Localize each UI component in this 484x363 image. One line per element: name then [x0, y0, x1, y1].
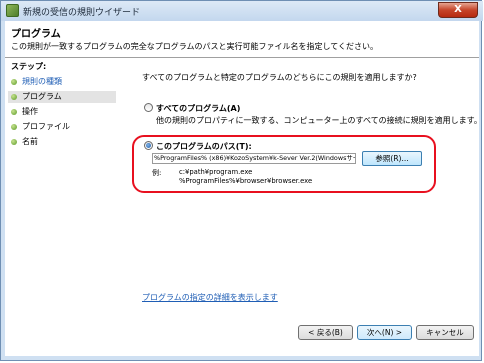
page-description: この規則が一致するプログラムの完全なプログラムのパスと実行可能ファイル名を指定し…	[11, 42, 379, 51]
step-bullet-icon	[11, 109, 17, 115]
details-link[interactable]: プログラムの指定の詳細を表示します	[142, 292, 278, 303]
window-title: 新規の受信の規則ウイザード	[23, 8, 141, 18]
example-line: %ProgramFiles%¥browser¥browser.exe	[179, 177, 313, 185]
firewall-icon	[6, 4, 19, 17]
step-action[interactable]: 操作	[8, 106, 116, 118]
step-bullet-icon	[11, 139, 17, 145]
step-bullet-icon	[11, 79, 17, 85]
main-panel: すべてのプログラムと特定のプログラムのどちらにこの規則を適用しますか? すべての…	[120, 58, 482, 356]
wizard-window: 新規の受信の規則ウイザード X プログラム この規則が一致するプログラムの完全な…	[0, 0, 483, 361]
all-programs-label[interactable]: すべてのプログラム(A)	[156, 103, 240, 114]
step-name[interactable]: 名前	[8, 136, 116, 148]
step-label: 名前	[22, 137, 38, 146]
step-profile[interactable]: プロファイル	[8, 121, 116, 133]
steps-label: ステップ:	[11, 62, 47, 71]
cancel-button[interactable]: キャンセル	[416, 325, 474, 340]
step-label: 規則の種類	[22, 77, 62, 86]
example-line: c:¥path¥program.exe	[179, 168, 253, 176]
program-path-input[interactable]: %ProgramFiles% (x86)¥KozoSystem¥k-Sever …	[152, 153, 356, 164]
step-label: プログラム	[22, 92, 62, 101]
step-rule-type[interactable]: 規則の種類	[8, 76, 116, 88]
close-button[interactable]: X	[438, 2, 478, 18]
wizard-footer: < 戻る(B) 次へ(N) > キャンセル	[5, 319, 479, 356]
title-bar[interactable]: 新規の受信の規則ウイザード X	[1, 1, 483, 21]
step-program[interactable]: プログラム	[8, 91, 116, 103]
wizard-header: プログラム この規則が一致するプログラムの完全なプログラムのパスと実行可能ファイ…	[5, 21, 479, 58]
question-text: すべてのプログラムと特定のプログラムのどちらにこの規則を適用しますか?	[142, 73, 417, 82]
program-path-label[interactable]: このプログラムのパス(T):	[156, 141, 252, 152]
example-label: 例:	[152, 169, 162, 177]
step-label: プロファイル	[22, 122, 70, 131]
steps-panel: ステップ: 規則の種類 プログラム 操作 プロファイル 名前	[5, 58, 120, 356]
back-button[interactable]: < 戻る(B)	[298, 325, 353, 340]
step-label: 操作	[22, 107, 38, 116]
all-programs-description: 他の規則のプロパティに一致する、コンピューター上のすべての接続に規則を適用します…	[156, 116, 482, 125]
browse-button[interactable]: 参照(R)...	[362, 151, 422, 166]
page-title: プログラム	[11, 29, 61, 40]
step-bullet-icon	[11, 124, 17, 130]
all-programs-radio[interactable]	[144, 103, 153, 112]
step-bullet-icon	[11, 94, 17, 100]
next-button[interactable]: 次へ(N) >	[357, 325, 412, 340]
wizard-content: ステップ: 規則の種類 プログラム 操作 プロファイル 名前 すべてのプログラム…	[5, 58, 482, 356]
program-path-radio[interactable]	[144, 141, 153, 150]
